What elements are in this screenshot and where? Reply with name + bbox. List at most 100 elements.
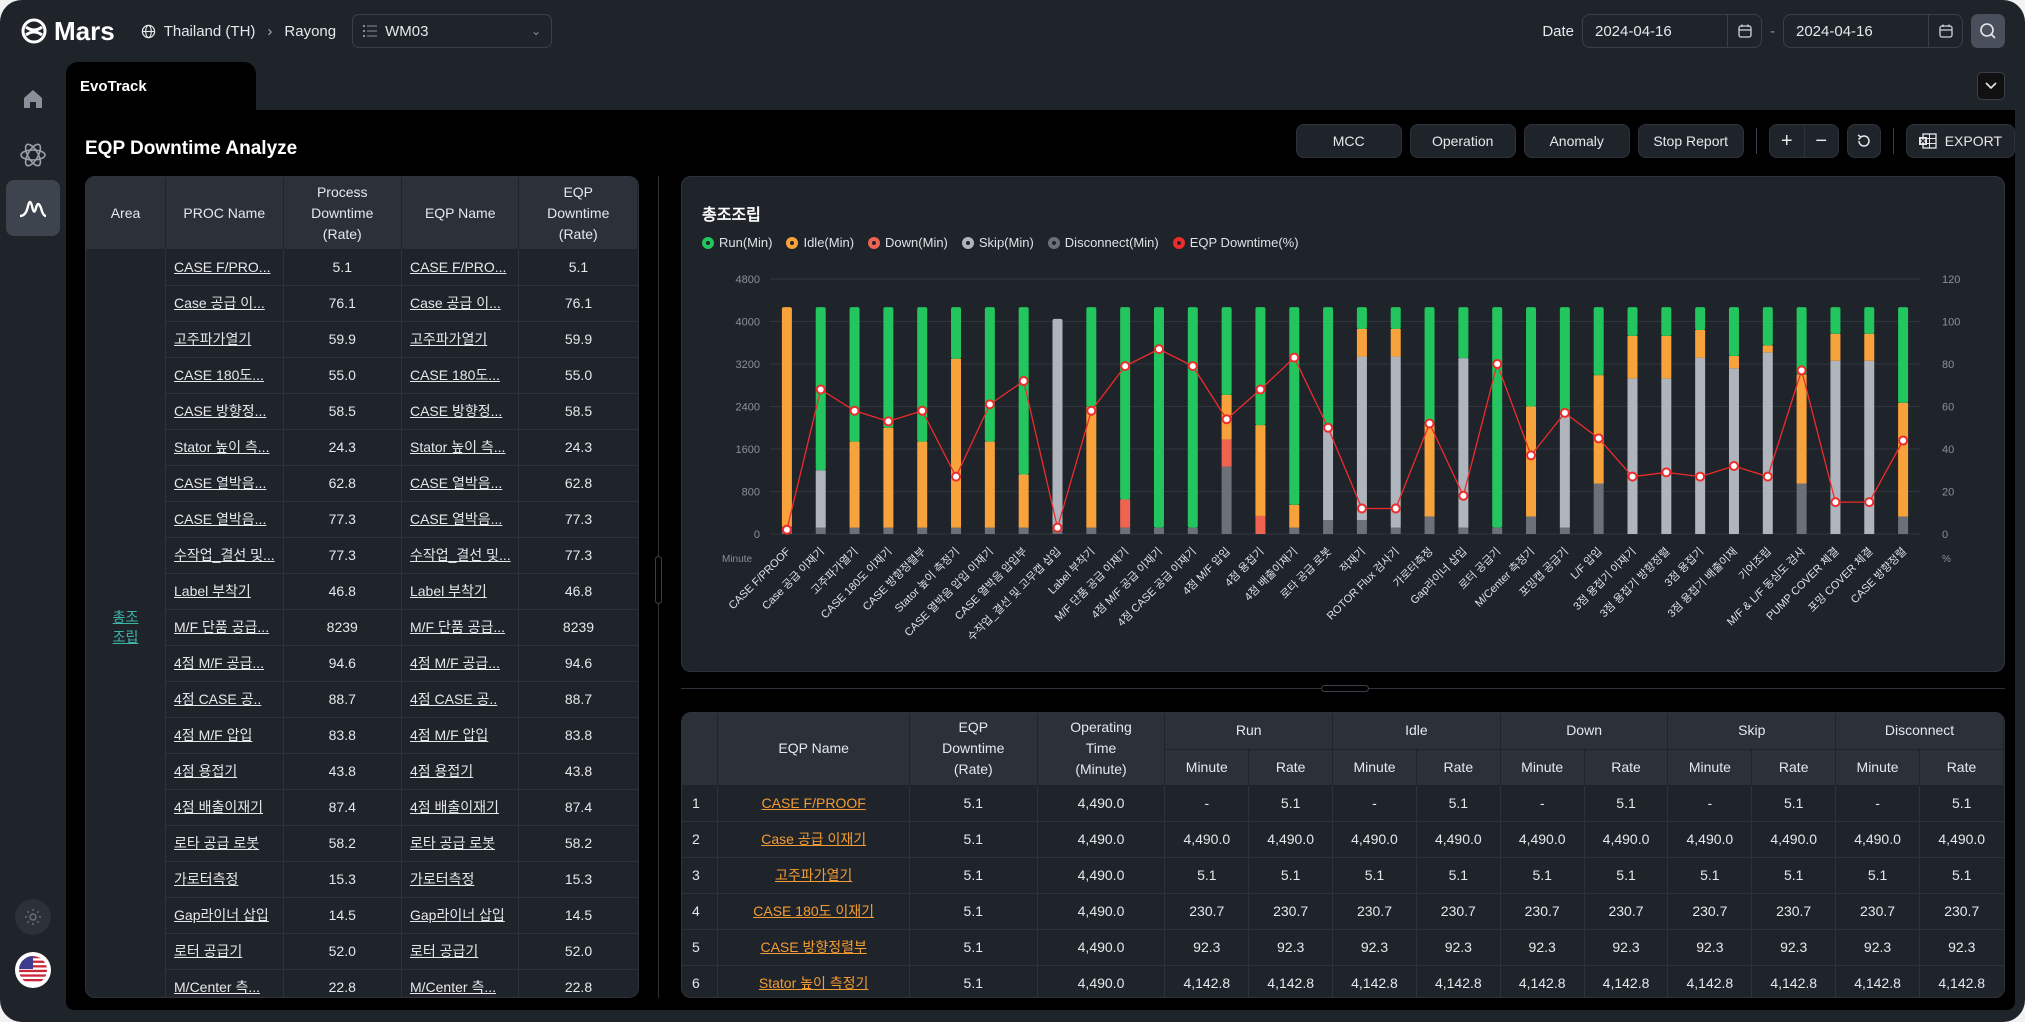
proc-name-link[interactable]: CASE 열박음... <box>174 475 266 491</box>
sidebar-item-analyze[interactable] <box>6 180 60 236</box>
col-down-minute[interactable]: Minute <box>1500 749 1585 786</box>
eqp-name-link[interactable]: CASE 열박음... <box>410 511 502 527</box>
eqp-name-link[interactable]: Case 공급 이재기 <box>761 831 866 847</box>
collapse-button[interactable] <box>1977 72 2005 100</box>
proc-name-link[interactable]: 로타 공급 로봇 <box>174 835 259 851</box>
proc-name-link[interactable]: 4점 배출이재기 <box>174 799 263 815</box>
proc-name-link[interactable]: Gap라이너 삽입 <box>174 907 269 923</box>
zoom-out-button[interactable]: − <box>1803 125 1838 157</box>
eqp-name-link[interactable]: CASE 방향정... <box>410 403 502 419</box>
proc-name-link[interactable]: CASE 열박음... <box>174 511 266 527</box>
col-area[interactable]: Area <box>86 177 167 249</box>
proc-name-link[interactable]: 4점 CASE 공.. <box>174 691 261 707</box>
proc-name-link[interactable]: Case 공급 이... <box>174 295 265 311</box>
col-eqp-downtime[interactable]: EQP Downtime (Rate) <box>909 713 1038 786</box>
breadcrumb-site[interactable]: Rayong <box>284 23 336 40</box>
eqp-name-link[interactable]: M/F 단품 공급... <box>410 619 505 635</box>
zoom-in-button[interactable]: + <box>1770 125 1804 157</box>
splitter-handle[interactable] <box>655 556 662 604</box>
col-proc-name[interactable]: PROC Name <box>165 177 284 249</box>
line-select[interactable]: WM03 ⌄ <box>352 14 553 48</box>
value-cell: 5.1 <box>1835 856 1920 893</box>
vertical-splitter[interactable] <box>655 176 662 998</box>
eqp-name-link[interactable]: 4점 M/F 공급... <box>410 655 500 671</box>
eqp-name-link[interactable]: 고주파가열기 <box>410 331 487 347</box>
proc-name-link[interactable]: M/Center 측... <box>174 979 260 995</box>
proc-name-link[interactable]: 4점 용접기 <box>174 763 237 779</box>
eqp-name-link[interactable]: 수작업_결선 및... <box>410 547 511 563</box>
refresh-button[interactable] <box>1846 124 1881 158</box>
eqp-name-link[interactable]: 4점 배출이재기 <box>410 799 499 815</box>
col-skip-minute[interactable]: Minute <box>1667 749 1753 786</box>
sidebar-item-atom[interactable] <box>6 128 60 182</box>
language-flag-us[interactable] <box>15 952 51 988</box>
eqp-name-link[interactable]: Stator 높이 측... <box>410 439 505 455</box>
proc-name-link[interactable]: 고주파가열기 <box>174 331 251 347</box>
eqp-name-link[interactable]: CASE 방향정렬부 <box>760 939 866 955</box>
eqp-name-link[interactable]: CASE F/PRO... <box>410 259 506 275</box>
col-skip-rate[interactable]: Rate <box>1751 749 1837 786</box>
proc-name-link[interactable]: 4점 M/F 압입 <box>174 727 252 743</box>
theme-toggle[interactable] <box>15 899 51 935</box>
col-eqp-name[interactable]: EQP Name <box>401 177 520 249</box>
value-cell: 230.7 <box>1248 892 1333 929</box>
eqp-name-link[interactable]: Gap라이너 삽입 <box>410 907 505 923</box>
col-idle-minute[interactable]: Minute <box>1332 749 1417 786</box>
eqp-name-link[interactable]: M/Center 측... <box>410 979 496 995</box>
stop-report-button[interactable]: Stop Report <box>1637 124 1744 158</box>
eqp-name-link[interactable]: 4점 M/F 압입 <box>410 727 488 743</box>
eqp-name-link[interactable]: CASE 180도... <box>410 367 500 383</box>
area-link[interactable]: 총조 조립 <box>113 609 139 645</box>
proc-name-link[interactable]: CASE 180도... <box>174 367 264 383</box>
export-button[interactable]: EXPORT <box>1905 124 2015 158</box>
proc-name-link[interactable]: M/F 단품 공급... <box>174 619 269 635</box>
sidebar-item-home[interactable] <box>6 72 60 126</box>
eqp-name-link[interactable]: 로터 공급기 <box>410 943 478 959</box>
eqp-name-link[interactable]: 4점 용접기 <box>410 763 473 779</box>
eqp-name-link[interactable]: 4점 CASE 공.. <box>410 691 497 707</box>
proc-name-link[interactable]: 가로터측정 <box>174 871 238 887</box>
col-idle-rate[interactable]: Rate <box>1416 749 1501 786</box>
eqp-name-link[interactable]: 가로터측정 <box>410 871 474 887</box>
splitter-handle[interactable] <box>1321 685 1369 692</box>
proc-name-link[interactable]: 로터 공급기 <box>174 943 242 959</box>
col-disconnect-minute[interactable]: Minute <box>1835 749 1920 786</box>
col-process-downtime[interactable]: Process Downtime (Rate) <box>283 177 402 249</box>
date-from-input[interactable]: 2024-04-16 <box>1582 14 1762 48</box>
logo[interactable]: Mars <box>20 16 115 47</box>
eqp-name-link[interactable]: Label 부착기 <box>410 583 487 599</box>
eqp-downtime-cell: 5.1 <box>908 964 1038 997</box>
date-to-input[interactable]: 2024-04-16 <box>1783 14 1963 48</box>
operation-button[interactable]: Operation <box>1409 124 1516 158</box>
proc-name-link[interactable]: Label 부착기 <box>174 583 251 599</box>
eqp-name-link[interactable]: CASE F/PROOF <box>762 795 866 811</box>
mcc-button[interactable]: MCC <box>1295 124 1402 158</box>
col-down-rate[interactable]: Rate <box>1584 749 1669 786</box>
eqp-name-link[interactable]: 고주파가열기 <box>775 867 852 883</box>
eqp-name-link[interactable]: 로타 공급 로봇 <box>410 835 495 851</box>
col-eqp-downtime[interactable]: EQP Downtime (Rate) <box>518 177 638 249</box>
proc-name-link[interactable]: CASE F/PRO... <box>174 259 270 275</box>
horizontal-splitter[interactable] <box>681 685 2005 692</box>
eqp-name-link[interactable]: CASE 180도 이재기 <box>753 903 874 919</box>
eqp-name-link[interactable]: Stator 높이 측정기 <box>759 975 869 991</box>
col-run-minute[interactable]: Minute <box>1164 749 1250 786</box>
col-operating-time[interactable]: Operating Time (Minute) <box>1037 713 1166 786</box>
breadcrumb-country[interactable]: Thailand (TH) <box>164 23 256 40</box>
proc-name-link[interactable]: 수작업_결선 및... <box>174 547 275 563</box>
calendar-icon[interactable] <box>1727 15 1761 47</box>
proc-name-link[interactable]: CASE 방향정... <box>174 403 266 419</box>
col-run-rate[interactable]: Rate <box>1248 749 1334 786</box>
proc-name-link[interactable]: 4점 M/F 공급... <box>174 655 264 671</box>
bar-segment-disconnect <box>1356 520 1367 534</box>
eqp-name-link[interactable]: CASE 열박음... <box>410 475 502 491</box>
eqp-name-link[interactable]: Case 공급 이... <box>410 295 501 311</box>
calendar-icon[interactable] <box>1928 15 1962 47</box>
anomaly-button[interactable]: Anomaly <box>1523 124 1630 158</box>
tab-evotrack[interactable]: EvoTrack <box>66 62 256 110</box>
search-button[interactable] <box>1971 14 2005 48</box>
col-eqp-name[interactable]: EQP Name <box>717 713 910 786</box>
value-cell: 4,142.8 <box>1332 964 1417 997</box>
col-disconnect-rate[interactable]: Rate <box>1919 749 2004 786</box>
proc-name-link[interactable]: Stator 높이 측... <box>174 439 269 455</box>
